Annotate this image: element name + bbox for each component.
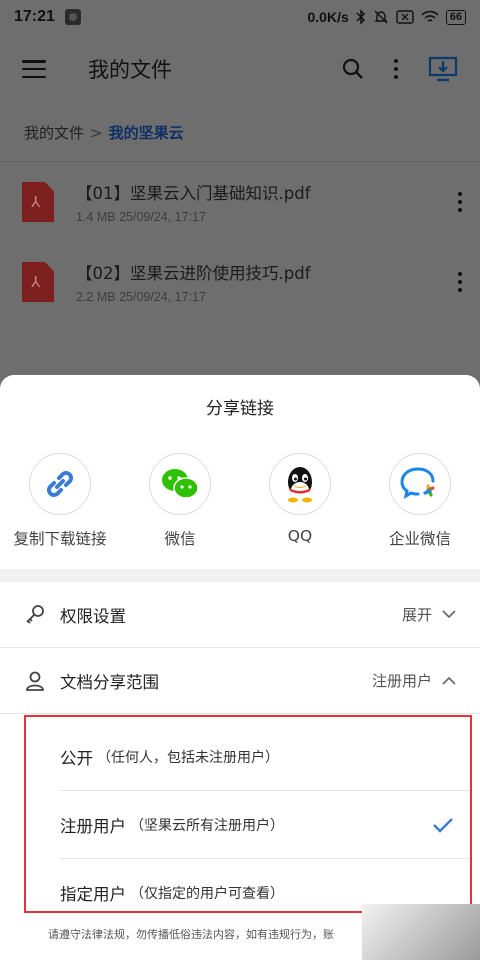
file-name: 【01】坚果云入门基础知识.pdf (76, 184, 311, 203)
share-wechat[interactable]: 微信 (120, 453, 240, 569)
wechat-icon (149, 453, 211, 515)
share-qq[interactable]: QQ (240, 453, 360, 569)
permission-label: 权限设置 (60, 606, 126, 626)
file-more-icon[interactable] (458, 272, 462, 292)
share-label: 复制下载链接 (13, 530, 107, 548)
status-bar: 17:21 0.0K/s 66 (0, 0, 480, 34)
share-label: 微信 (164, 530, 196, 548)
chevron-down-icon (442, 610, 456, 619)
share-scope-value: 注册用户 (371, 672, 432, 690)
key-icon (26, 604, 44, 624)
toolbar-actions (342, 56, 458, 82)
legal-notice: 请遵守法律法规，勿传播低俗违法内容，如有违规行为，账 (48, 928, 334, 941)
section-divider (0, 569, 480, 582)
status-right: 0.0K/s 66 (307, 9, 466, 25)
highlight-box (24, 715, 472, 913)
user-icon (26, 671, 44, 691)
bluetooth-icon (356, 9, 365, 25)
breadcrumb-current[interactable]: 我的坚果云 (109, 122, 184, 143)
share-scope-row[interactable]: 文档分享范围 注册用户 (0, 648, 480, 714)
qq-icon (269, 453, 331, 515)
share-scope-label: 文档分享范围 (60, 672, 159, 692)
network-speed: 0.0K/s (307, 9, 349, 25)
battery-icon: 66 (445, 9, 466, 25)
share-wecom[interactable]: 企业微信 (360, 453, 480, 569)
desktop-download-icon[interactable] (428, 56, 458, 82)
breadcrumb: 我的文件 > 我的坚果云 (0, 104, 480, 162)
permission-settings-row[interactable]: 权限设置 展开 (0, 582, 480, 648)
share-label: 企业微信 (388, 530, 451, 548)
wecom-icon (389, 453, 451, 515)
file-info: 【02】坚果云进阶使用技巧.pdf 2.2 MB 25/09/24, 17:17 (76, 260, 458, 304)
app-badge-icon (64, 9, 81, 25)
search-icon[interactable] (342, 58, 364, 80)
share-targets: 复制下载链接 微信 QQ 企业微信 (0, 437, 480, 569)
permission-expand[interactable]: 展开 (402, 604, 456, 625)
page-title: 我的文件 (88, 58, 172, 82)
file-more-icon[interactable] (458, 192, 462, 212)
chevron-up-icon (442, 676, 456, 685)
app-toolbar: 我的文件 (0, 34, 480, 104)
breadcrumb-root[interactable]: 我的文件 (24, 122, 84, 143)
mute-icon (374, 10, 388, 24)
more-icon[interactable] (394, 59, 398, 79)
pdf-icon (22, 182, 54, 222)
link-icon (29, 453, 91, 515)
pdf-icon (22, 262, 54, 302)
sheet-title: 分享链接 (206, 398, 274, 419)
file-meta: 1.4 MB 25/09/24, 17:17 (76, 210, 206, 224)
file-info: 【01】坚果云入门基础知识.pdf 1.4 MB 25/09/24, 17:17 (76, 180, 458, 224)
file-row[interactable]: 【02】坚果云进阶使用技巧.pdf 2.2 MB 25/09/24, 17:17 (0, 242, 480, 322)
share-label: QQ (287, 527, 313, 545)
share-scope-collapse[interactable]: 注册用户 (372, 670, 456, 691)
file-meta: 2.2 MB 25/09/24, 17:17 (76, 290, 206, 304)
breadcrumb-separator: > (90, 123, 103, 142)
status-time: 17:21 (14, 8, 55, 25)
menu-icon[interactable] (22, 60, 46, 78)
share-copy-link[interactable]: 复制下载链接 (0, 453, 120, 569)
permission-value: 展开 (401, 606, 432, 624)
wifi-icon (421, 10, 439, 22)
sim-off-icon (396, 10, 414, 24)
share-link-sheet: 分享链接 复制下载链接 微信 QQ 企业微信 权限设置 展开 文档分享范围 注册… (0, 375, 480, 960)
corner-shadow (362, 904, 480, 960)
file-name: 【02】坚果云进阶使用技巧.pdf (76, 264, 311, 283)
file-row[interactable]: 【01】坚果云入门基础知识.pdf 1.4 MB 25/09/24, 17:17 (0, 162, 480, 242)
